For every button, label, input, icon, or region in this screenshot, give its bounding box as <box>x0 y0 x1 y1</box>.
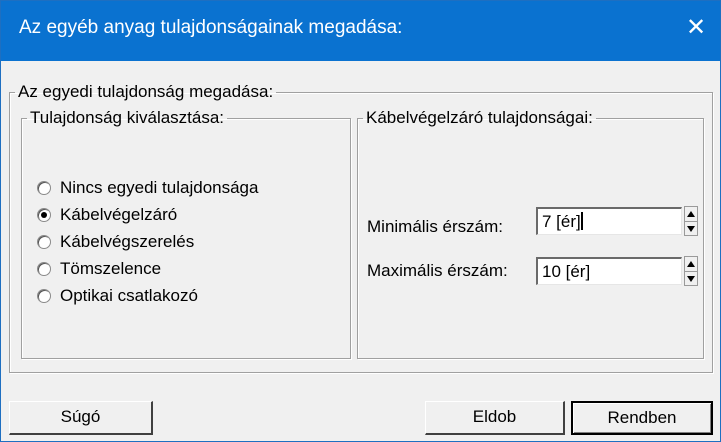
radio-button-icon[interactable] <box>37 208 51 222</box>
spin-up-button[interactable] <box>685 257 697 271</box>
min-core-count-spinner[interactable] <box>684 206 698 236</box>
radio-no-custom-property[interactable]: Nincs egyedi tulajdonsága <box>37 177 258 199</box>
radio-cable-end-seal[interactable]: Kábelvégelzáró <box>37 204 177 226</box>
radio-label: Tömszelence <box>60 259 162 278</box>
dialog-title: Az egyéb anyag tulajdonságainak megadása… <box>19 17 403 38</box>
dialog-window: Az egyéb anyag tulajdonságainak megadása… <box>0 0 721 442</box>
radio-label: Nincs egyedi tulajdonsága <box>60 178 259 197</box>
spin-up-button[interactable] <box>685 207 697 221</box>
close-icon[interactable]: ✕ <box>682 13 710 43</box>
radio-label: Optikai csatlakozó <box>60 286 198 305</box>
radio-cable-end-assembly[interactable]: Kábelvégszerelés <box>37 231 194 253</box>
max-core-count-spinner[interactable] <box>684 256 698 286</box>
radio-label: Kábelvégszerelés <box>60 232 195 251</box>
spin-down-button[interactable] <box>685 221 697 236</box>
text-caret <box>580 212 583 230</box>
max-core-count-label: Maximális érszám: <box>367 261 508 280</box>
cancel-button[interactable]: Eldob <box>425 401 565 435</box>
min-core-count-value: 7 [ér] <box>542 212 581 231</box>
radio-button-icon[interactable] <box>37 235 51 249</box>
help-button[interactable]: Súgó <box>9 401 153 435</box>
radio-button-icon[interactable] <box>37 289 51 303</box>
radio-button-icon[interactable] <box>37 262 51 276</box>
title-bar[interactable]: Az egyéb anyag tulajdonságainak megadása… <box>1 1 720 61</box>
radio-label: Kábelvégelzáró <box>60 205 178 224</box>
min-core-count-field[interactable]: 7 [ér] <box>536 207 682 235</box>
ok-button[interactable]: Rendben <box>571 401 713 435</box>
custom-property-legend: Az egyedi tulajdonság megadása: <box>18 82 274 101</box>
radio-selected-dot-icon <box>41 212 47 218</box>
cable-end-properties-legend: Kábelvégelzáró tulajdonságai: <box>366 108 593 127</box>
min-core-count-label: Minimális érszám: <box>367 217 504 236</box>
max-core-count-field[interactable]: 10 [ér] <box>536 257 682 285</box>
property-selection-legend: Tulajdonság kiválasztása: <box>30 108 225 127</box>
radio-button-icon[interactable] <box>37 181 51 195</box>
radio-optical-connector[interactable]: Optikai csatlakozó <box>37 285 198 307</box>
radio-gland[interactable]: Tömszelence <box>37 258 161 280</box>
spin-down-button[interactable] <box>685 271 697 286</box>
max-core-count-value: 10 [ér] <box>542 262 591 281</box>
